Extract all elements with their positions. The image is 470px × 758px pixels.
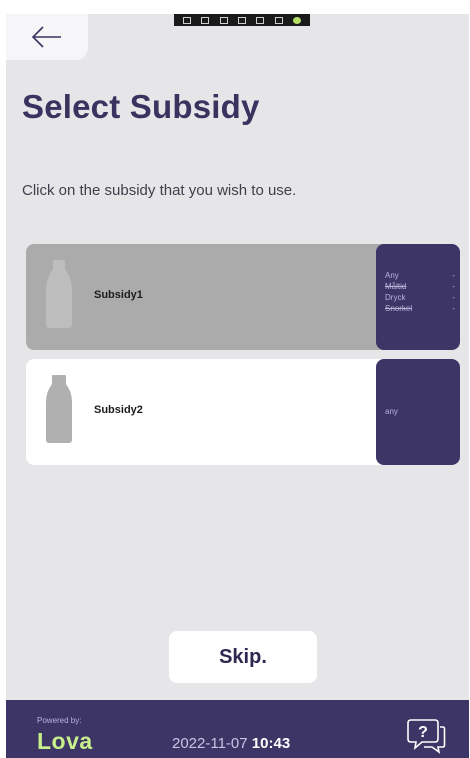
detail-label: any — [385, 407, 398, 416]
wifi-icon — [256, 16, 265, 24]
svg-text:?: ? — [418, 724, 428, 741]
detail-label: Snorkel — [385, 304, 413, 313]
detail-label: Dryck — [385, 293, 406, 302]
back-button[interactable] — [6, 14, 88, 60]
detail-value: - — [452, 304, 455, 313]
detail-row: Snorkel - — [385, 303, 455, 314]
cast-icon — [183, 16, 192, 24]
subsidy-card-1[interactable]: Subsidy1 Any - Måltid - Dryck - Snorkel … — [26, 244, 460, 350]
screen-icon — [201, 16, 210, 24]
help-chat-icon[interactable]: ? — [406, 718, 446, 754]
datetime: 2022-11-07 10:43 — [172, 735, 290, 752]
screen: Select Subsidy Click on the subsidy that… — [6, 14, 469, 758]
detail-row: Dryck - — [385, 292, 455, 303]
detail-value: - — [452, 271, 455, 280]
detail-label: Måltid — [385, 282, 407, 291]
date-text: 2022-11-07 — [172, 735, 248, 752]
subsidy-details-list: Any - Måltid - Dryck - Snorkel - — [385, 270, 455, 314]
skip-button[interactable]: Skip. — [169, 631, 317, 683]
check-icon — [292, 16, 301, 24]
window-icon — [219, 16, 228, 24]
subsidy-details-panel: Any - Måltid - Dryck - Snorkel - — [376, 244, 460, 350]
detail-row: Any - — [385, 270, 455, 281]
detail-value: - — [452, 282, 455, 291]
time-text: 10:43 — [251, 735, 291, 752]
brand-logo: Lova — [37, 728, 93, 754]
system-status-bar — [174, 14, 310, 26]
arrow-left-icon — [31, 26, 61, 48]
footer: Powered by: Lova 2022-11-07 10:43 ? — [6, 700, 469, 758]
subsidy-name: Subsidy1 — [94, 289, 143, 301]
subsidy-card-2[interactable]: Subsidy2 any — [26, 359, 460, 465]
page-subtitle: Click on the subsidy that you wish to us… — [22, 182, 297, 199]
bottle-icon — [46, 260, 72, 328]
page-title: Select Subsidy — [22, 88, 260, 125]
sync-icon — [274, 16, 283, 24]
subsidy-details-panel: any — [376, 359, 460, 465]
bottle-icon — [46, 375, 72, 443]
detail-row: Måltid - — [385, 281, 455, 292]
detail-value: - — [452, 293, 455, 302]
subsidy-name: Subsidy2 — [94, 404, 143, 416]
detail-label: Any — [385, 271, 399, 280]
powered-by-label: Powered by: — [37, 716, 82, 725]
tablet-icon — [237, 16, 246, 24]
